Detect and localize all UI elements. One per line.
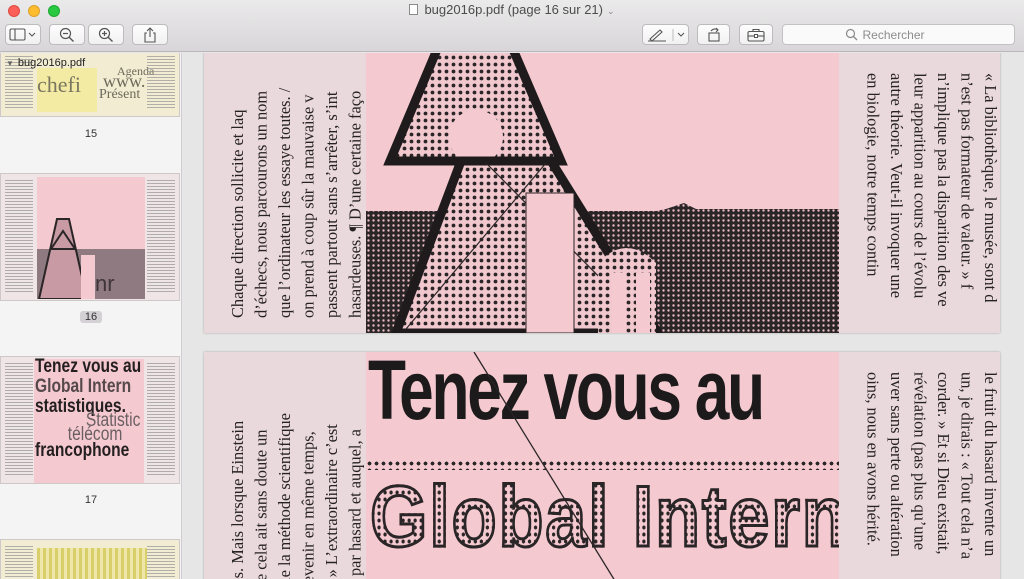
- toolbox-button[interactable]: [739, 24, 773, 45]
- search-input[interactable]: [862, 27, 953, 42]
- page-thumbnail-17[interactable]: Tenez vous au Global Intern statistiques…: [0, 356, 180, 484]
- rotate-button[interactable]: [697, 24, 730, 45]
- sidebar-toggle-button[interactable]: [5, 24, 41, 45]
- thumbnail-text: Tenez vous au Global Intern statistiques…: [35, 356, 142, 461]
- window-title-text: bug2016p.pdf (page 16 sur 21): [424, 2, 603, 17]
- thumbnail-graphic: [37, 548, 147, 579]
- svg-text:nr: nr: [95, 271, 115, 296]
- text-column-right: le fruit du hasard invente un un, je dir…: [863, 372, 1001, 559]
- search-field[interactable]: [782, 24, 1015, 45]
- zoom-in-button[interactable]: [88, 24, 124, 45]
- pdf-page-16: Chaque direction sollicite et laq d’éche…: [204, 53, 1000, 333]
- page-label-16[interactable]: 16: [0, 311, 181, 323]
- share-icon: [144, 26, 156, 43]
- page-thumbnail-16[interactable]: nr: [0, 173, 180, 301]
- disclosure-triangle-icon[interactable]: ▼: [6, 59, 14, 68]
- zoom-in-icon: [98, 27, 113, 42]
- zoom-out-icon: [59, 27, 74, 42]
- page-label-17[interactable]: 17: [0, 494, 181, 506]
- text-column-left: Chaque direction sollicite et laq d’éche…: [228, 87, 365, 318]
- rotate-icon: [707, 27, 720, 42]
- sidebar-file-header[interactable]: ▼ bug2016p.pdf: [6, 57, 85, 69]
- window-title[interactable]: bug2016p.pdf (page 16 sur 21) ⌄: [0, 2, 1024, 17]
- thumbnail-graphic: nr: [37, 177, 145, 299]
- pen-icon: [647, 28, 684, 42]
- page-label-15[interactable]: 15: [0, 128, 181, 140]
- text-column-right: « La bibliothèque, le musée, sont d n’es…: [863, 73, 1001, 307]
- chevron-down-icon: ⌄: [606, 6, 615, 16]
- markup-toolbar-button[interactable]: [642, 24, 689, 45]
- sidebar-icon: [9, 28, 36, 41]
- window-titlebar: bug2016p.pdf (page 16 sur 21) ⌄: [0, 0, 1024, 52]
- thumbnail-text: Agenda chefi www. Présent: [37, 64, 155, 102]
- toolbox-icon: [747, 28, 765, 42]
- headline-clipping: Tenez vous au Global Intern: [366, 352, 839, 579]
- pdf-page-17: odes. Mais lorsque Einstein telle cela a…: [204, 352, 1000, 579]
- page-thumbnail-18[interactable]: [0, 539, 180, 579]
- zoom-out-button[interactable]: [49, 24, 85, 45]
- thumbnail-sidebar: ▼ bug2016p.pdf Agenda chefi www. Présent …: [0, 53, 182, 579]
- pdf-file-icon: [409, 4, 419, 15]
- document-view[interactable]: Chaque direction sollicite et laq d’éche…: [183, 53, 1024, 579]
- diagonal-line: [473, 352, 615, 579]
- search-icon: [845, 28, 857, 41]
- share-button[interactable]: [132, 24, 168, 45]
- sidebar-filename: bug2016p.pdf: [17, 57, 86, 69]
- halftone-illustration: [366, 53, 839, 333]
- text-column-left: odes. Mais lorsque Einstein telle cela a…: [228, 413, 365, 579]
